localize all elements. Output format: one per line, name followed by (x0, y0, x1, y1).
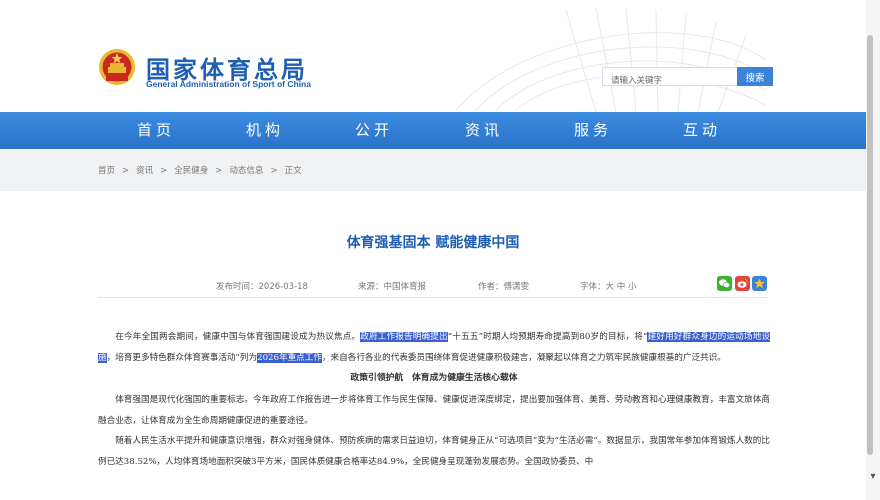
breadcrumb-separator: > (270, 166, 278, 176)
source-label: 来源： (358, 282, 384, 292)
nav-item-interaction[interactable]: 互动 (662, 112, 742, 149)
source-value: 中国体育报 (383, 282, 427, 292)
article-subheading: 政策引领护航 体育成为健康生活核心载体 (350, 373, 518, 383)
article-title: 体育强基固本 赋能健康中国 (346, 235, 520, 251)
meta-divider (98, 297, 768, 298)
text-run: 在今年全国两会期间，健康中国与体育强国建设成为热议焦点。 (115, 332, 361, 342)
site-name-en: General Administration of Sport of China (146, 79, 311, 89)
author-label: 作者： (478, 282, 504, 292)
article-source: 来源：中国体育报 (358, 280, 426, 292)
publish-date: 发布时间：2026-03-18 (216, 280, 308, 292)
text-run: ，来自各行各业的代表委员围绕体育促进健康积极建言，凝聚起以体育之力筑牢民族健康根… (321, 352, 726, 363)
breadcrumb-item-home[interactable]: 首页 (98, 166, 115, 176)
weibo-share-icon[interactable] (735, 276, 750, 291)
font-size-control: 字体：大 中 小 (580, 280, 636, 292)
font-size-medium[interactable]: 中 (617, 282, 626, 292)
nav-item-services[interactable]: 服务 (553, 112, 633, 149)
scrollbar-thumb[interactable] (867, 35, 873, 455)
main-nav: 首页 机构 公开 资讯 服务 互动 (0, 112, 866, 149)
breadcrumb-separator: > (215, 166, 223, 176)
search-button[interactable]: 搜索 (737, 67, 773, 86)
stadium-decoration (455, 7, 767, 112)
breadcrumb-item-news[interactable]: 资讯 (136, 166, 153, 176)
search-box (602, 67, 738, 90)
article-body: 在今年全国两会期间，健康中国与体育强国建设成为热议焦点。政府工作报告明确提出“十… (98, 327, 770, 472)
scroll-down-arrow-icon[interactable]: ▾ (866, 470, 880, 484)
publish-label: 发布时间： (216, 282, 259, 292)
breadcrumb-separator: > (122, 166, 130, 176)
breadcrumb-item-current: 正文 (284, 166, 302, 176)
wechat-share-icon[interactable] (717, 276, 732, 291)
page: 国家体育总局 General Administration of Sport o… (0, 0, 866, 500)
search-input[interactable] (603, 72, 737, 90)
selected-text: 政府工作报告明确提出 (360, 332, 448, 342)
nav-item-organization[interactable]: 机构 (225, 112, 305, 149)
breadcrumb: 首页 > 资讯 > 全民健身 > 动态信息 > 正文 (98, 164, 302, 176)
text-run: “十五五”时期人均预期寿命提高到80岁的目标，将“ (447, 332, 648, 342)
article-paragraph: 在今年全国两会期间，健康中国与体育强国建设成为热议焦点。政府工作报告明确提出“十… (98, 327, 770, 368)
nav-item-home[interactable]: 首页 (116, 112, 196, 149)
article-paragraph: 体育强国是现代化强国的重要标志。今年政府工作报告进一步将体育工作与民生保障、健康… (98, 395, 770, 426)
publish-date-value: 2026-03-18 (258, 282, 308, 292)
nav-item-news[interactable]: 资讯 (444, 112, 524, 149)
breadcrumb-item-fitness[interactable]: 全民健身 (174, 166, 208, 176)
font-size-small[interactable]: 小 (628, 282, 637, 292)
breadcrumb-item-updates[interactable]: 动态信息 (229, 166, 263, 176)
site-header: 国家体育总局 General Administration of Sport o… (0, 0, 866, 112)
text-run: ，培育更多特色群众体育赛事活动”列为 (106, 352, 258, 363)
national-emblem-icon (99, 49, 135, 85)
author-value: 傅潇雯 (503, 282, 530, 292)
font-size-large[interactable]: 大 (606, 282, 615, 292)
selected-text: 2026年重点工作 (257, 352, 322, 363)
font-label: 字体： (580, 282, 606, 292)
breadcrumb-separator: > (160, 166, 168, 176)
article-paragraph: 随着人民生活水平提升和健康意识增强，群众对强身健体、预防疾病的需求日益迫切，体育… (98, 436, 770, 467)
nav-item-disclosure[interactable]: 公开 (334, 112, 414, 149)
article-author: 作者：傅潇雯 (478, 280, 529, 292)
favorite-share-icon[interactable] (752, 276, 767, 291)
